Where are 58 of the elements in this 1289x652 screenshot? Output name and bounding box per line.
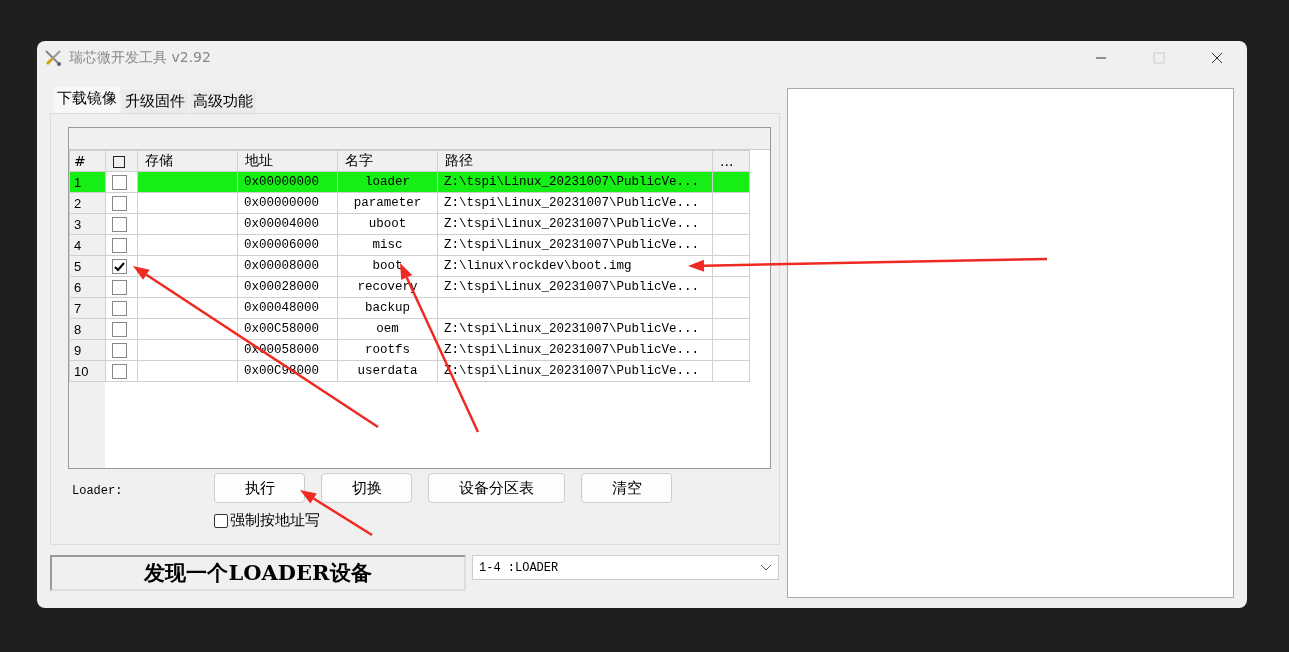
action-button[interactable]: 切换: [321, 473, 412, 503]
tab[interactable]: 高级功能: [190, 90, 256, 113]
table-cell: 0x00004000: [237, 213, 338, 235]
row-checkbox[interactable]: [112, 343, 127, 358]
row-number: 10: [69, 360, 106, 382]
force-address-checkbox[interactable]: 强制按地址写: [214, 511, 771, 530]
table-cell: Z:\tspi\Linux_20231007\PublicVe...: [437, 318, 713, 340]
row-number: 7: [69, 297, 106, 319]
status-message: 发现一个LOADER设备: [50, 555, 466, 591]
action-button[interactable]: 设备分区表: [428, 473, 565, 503]
table-cell: oem: [337, 318, 438, 340]
tab[interactable]: 下载镜像: [54, 87, 120, 113]
row-number: 6: [69, 276, 106, 298]
table-cell: Z:\tspi\Linux_20231007\PublicVe...: [437, 276, 713, 298]
table-cell: 0x00048000: [237, 297, 338, 319]
tab[interactable]: 升级固件: [122, 90, 188, 113]
row-checkbox[interactable]: [112, 280, 127, 295]
window-title: 瑞芯微开发工具 v2.92: [69, 49, 211, 67]
row-number: 3: [69, 213, 106, 235]
row-checkbox[interactable]: [112, 259, 127, 274]
row-checkbox[interactable]: [112, 238, 127, 253]
row-checkbox[interactable]: [112, 196, 127, 211]
table-cell: 0x00008000: [237, 255, 338, 277]
row-checkbox[interactable]: [112, 301, 127, 316]
row-checkbox[interactable]: [112, 217, 127, 232]
row-checkbox[interactable]: [112, 322, 127, 337]
device-dropdown[interactable]: 1-4 :LOADER: [472, 555, 779, 580]
table-cell: 0x00000000: [237, 192, 338, 214]
select-all-checkbox[interactable]: [113, 156, 125, 168]
chevron-down-icon: [760, 563, 772, 572]
row-number: 9: [69, 339, 106, 361]
close-icon[interactable]: [1211, 52, 1223, 64]
row-number: 4: [69, 234, 106, 256]
table-cell: 0x00006000: [237, 234, 338, 256]
table-cell: Z:\tspi\Linux_20231007\PublicVe...: [437, 339, 713, 361]
tools-icon: [43, 48, 63, 68]
action-button[interactable]: 执行: [214, 473, 305, 503]
row-number: 1: [69, 171, 106, 193]
table-cell: misc: [337, 234, 438, 256]
table-cell: uboot: [337, 213, 438, 235]
row-number: 5: [69, 255, 106, 277]
row-checkbox[interactable]: [112, 175, 127, 190]
table-cell: Z:\tspi\Linux_20231007\PublicVe...: [437, 192, 713, 214]
row-number: 2: [69, 192, 106, 214]
table-cell: Z:\tspi\Linux_20231007\PublicVe...: [437, 171, 713, 193]
table-cell: parameter: [337, 192, 438, 214]
table-cell: rootfs: [337, 339, 438, 361]
row-checkbox[interactable]: [112, 364, 127, 379]
table-cell: Z:\tspi\Linux_20231007\PublicVe...: [437, 234, 713, 256]
column-header[interactable]: 路径: [445, 152, 473, 168]
table-cell: Z:\tspi\Linux_20231007\PublicVe...: [437, 213, 713, 235]
table-cell: 0x00C58000: [237, 318, 338, 340]
table-cell: 0x00028000: [237, 276, 338, 298]
table-cell: backup: [337, 297, 438, 319]
action-button[interactable]: 清空: [581, 473, 672, 503]
loader-label: Loader:: [71, 483, 124, 498]
row-number: 8: [69, 318, 106, 340]
table-cell: userdata: [337, 360, 438, 382]
